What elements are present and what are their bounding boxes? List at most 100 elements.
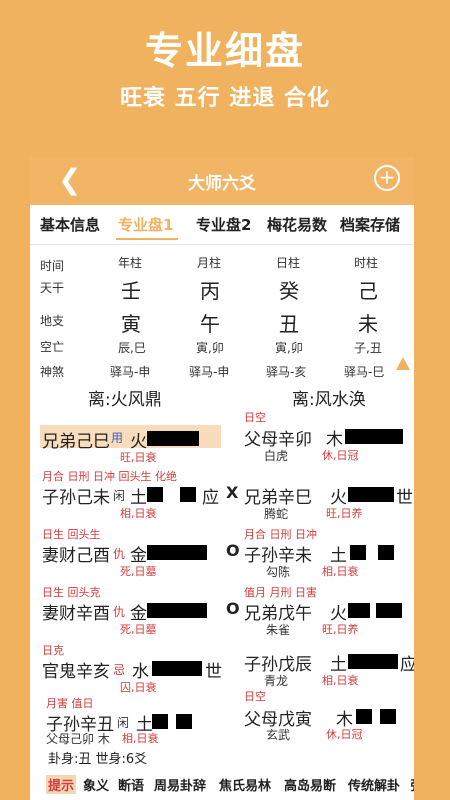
active-tab-indicator [116,238,178,240]
warning-triangle-icon[interactable] [396,357,410,370]
line-status: 旺,日养 [326,507,363,520]
six-god: 白虎 [264,449,289,463]
pillar-header: 日柱 [276,256,301,270]
line-status: 相,日衰 [322,565,359,578]
pillar-shensha: 驿马-亥 [266,365,307,379]
six-god: 玄武 [266,728,291,742]
tab-bar: 基本信息 专业盘1 专业盘2 梅花易数 档案存储 [30,205,414,245]
pillar-header: 时柱 [354,256,379,270]
redacted-block [147,545,207,560]
pillar-dizhi: 未 [358,312,378,336]
line-status: 囚,日衰 [120,681,157,694]
divider [30,244,414,245]
redacted-block [147,431,199,446]
pillar-shensha: 驿马-巳 [344,365,385,379]
redacted-block [348,487,394,502]
line-status: 相,日衰 [322,674,359,687]
label-time: 时间 [40,259,65,273]
promo-subtitle: 旺衰 五行 进退 合化 [120,86,330,111]
promo-title: 专业细盘 [144,29,305,73]
line-name: 妻财己酉 [42,546,110,566]
line-tags: 月合 日刑 日冲 回头生 化绝 [42,470,177,483]
bottom-tab-xiangyi[interactable]: 象义 [83,775,109,794]
redacted-block [350,545,366,560]
six-god: 勾陈 [266,565,291,579]
moving-line-mark: X [226,483,239,502]
tab-pro-1[interactable]: 专业盘1 [118,214,173,235]
line-ying-mark: 应 [400,655,414,675]
pillar-header: 月柱 [197,256,222,270]
pillar-tiangan: 己 [358,279,378,303]
pillar-tiangan: 壬 [121,279,141,303]
label-shensha: 神煞 [40,365,65,379]
line-mark: 闲 [117,716,130,730]
label-kongwang: 空亡 [40,340,65,354]
line-name: 兄弟己巳 [42,432,110,452]
line-status: 旺,日养 [322,623,359,636]
line-tags: 日空 [244,690,266,703]
plus-circle-icon[interactable]: + [374,165,400,191]
line-mark: 用 [111,431,124,445]
line-name: 官鬼辛亥 [42,662,110,682]
pillar-tiangan: 癸 [279,279,299,303]
tab-basic-info[interactable]: 基本信息 [40,214,100,235]
pillar-shensha: 驿马-申 [189,365,230,379]
tab-pro-2[interactable]: 专业盘2 [196,214,251,235]
line-tags: 日生 回头克 [42,586,101,599]
line-tags: 日空 [244,411,266,424]
label-tiangan: 天干 [40,281,65,295]
tab-meihua[interactable]: 梅花易数 [267,214,327,235]
hidden-line: 父母己卯 木 [46,732,110,746]
six-god: 腾蛇 [264,507,289,521]
pillar-kongwang: 辰,巳 [118,341,146,355]
line-name: 子孙己未 [42,488,110,508]
line-shi-mark: 世 [396,488,413,508]
bottom-tab-gaodao[interactable]: 高岛易断 [284,775,336,794]
pillar-header: 年柱 [118,256,143,270]
nav-title: 大师六爻 [188,174,256,194]
pillar-kongwang: 子,丑 [354,341,382,355]
moving-line-mark: O [226,599,240,618]
line-mark: 仇 [113,605,126,619]
redacted-block [356,709,372,724]
main-gua-name: 离:火风鼎 [88,390,162,410]
pillar-dizhi: 丑 [279,312,299,336]
line-shi-mark: 世 [205,662,222,682]
pillar-shensha: 驿马-申 [110,365,151,379]
bottom-tab-more[interactable]: 张 [410,775,414,794]
bottom-tab-duanyu[interactable]: 断语 [118,775,144,794]
redacted-block [152,661,202,676]
bottom-tab-hint[interactable]: 提示 [46,775,77,794]
line-ying-mark: 应 [202,488,219,508]
bottom-tab-zhouyi[interactable]: 周易卦辞 [154,775,206,794]
six-god: 青龙 [264,674,289,688]
line-status: 死,日墓 [120,623,157,636]
redacted-block [152,714,168,729]
line-tags: 日生 回头生 [42,528,101,541]
line-mark: 忌 [113,663,126,677]
line-status: 相,日衰 [120,507,157,520]
bottom-tab-traditional[interactable]: 传统解卦 [348,775,400,794]
pillar-kongwang: 寅,卯 [275,341,303,355]
pillar-dizhi: 寅 [121,312,141,336]
bottom-tab-jiaoshi[interactable]: 焦氏易林 [219,775,271,794]
line-tags: 日克 [42,644,64,657]
line-tags: 月合 日刑 日冲 [244,528,317,541]
redacted-block [147,487,163,502]
redacted-block [176,714,192,729]
line-status: 休,日冠 [326,728,363,741]
redacted-block [378,545,394,560]
line-tags: 值月 月刑 日害 [244,586,317,599]
pillar-dizhi: 午 [200,312,220,336]
line-mark: 闲 [113,489,126,503]
tab-archive[interactable]: 档案存储 [340,214,400,235]
line-name: 妻财辛酉 [42,604,110,624]
pillar-tiangan: 丙 [200,279,220,303]
moving-line-mark: O [226,541,240,560]
redacted-block [345,429,403,444]
line-status: 旺,日衰 [120,451,157,464]
line-mark: 仇 [113,547,126,561]
redacted-block [180,487,196,502]
pillar-kongwang: 寅,卯 [196,341,224,355]
redacted-block [380,709,396,724]
